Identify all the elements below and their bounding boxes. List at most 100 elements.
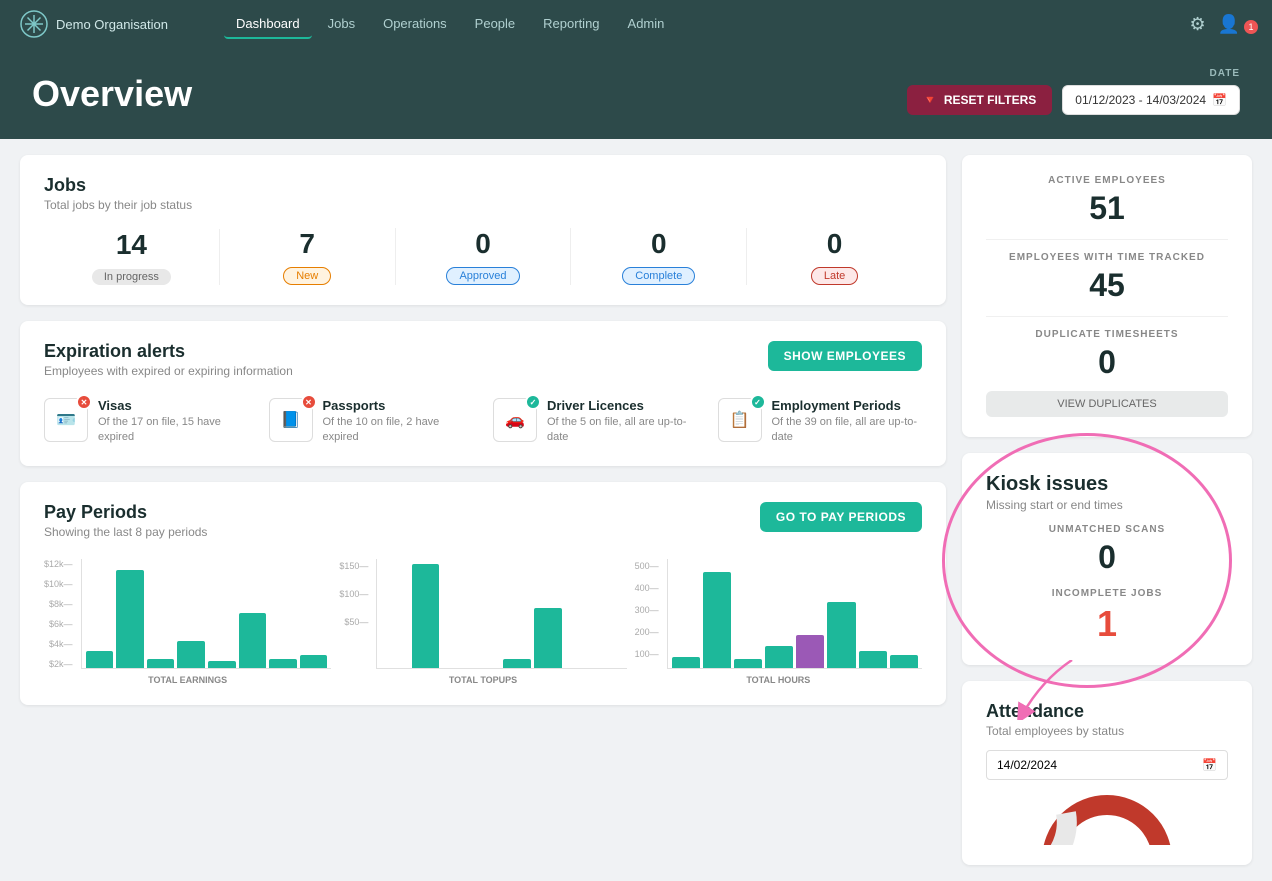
visas-status-dot: ✕ xyxy=(76,394,92,410)
incomplete-jobs-value: 1 xyxy=(986,603,1228,645)
earnings-y-labels: $12k—$10k—$8k—$6k—$4k—$2k— xyxy=(44,559,77,669)
expiration-item-licences: 🚗 ✓ Driver Licences Of the 5 on file, al… xyxy=(493,398,698,446)
hours-bar-8 xyxy=(890,655,918,668)
pay-periods-card: Pay Periods Showing the last 8 pay perio… xyxy=(20,482,946,705)
kiosk-wrapper: Kiosk issues Missing start or end times … xyxy=(962,453,1252,665)
pay-periods-title: Pay Periods xyxy=(44,502,207,523)
topups-bar-2 xyxy=(412,564,440,668)
pay-periods-subtitle: Showing the last 8 pay periods xyxy=(44,525,207,539)
nav-link-operations[interactable]: Operations xyxy=(371,10,459,39)
nav-link-reporting[interactable]: Reporting xyxy=(531,10,611,39)
org-name: Demo Organisation xyxy=(56,17,168,32)
view-duplicates-button[interactable]: VIEW DUPLICATES xyxy=(986,391,1228,417)
user-icon[interactable]: 👤 xyxy=(1218,14,1240,35)
kiosk-subtitle: Missing start or end times xyxy=(986,498,1228,512)
passports-icon-wrap: 📘 ✕ xyxy=(269,398,313,442)
passports-icon: 📘 xyxy=(281,410,301,430)
expiration-alerts-title: Expiration alerts xyxy=(44,341,293,362)
page-header: Overview DATE 🔻 RESET FILTERS 01/12/2023… xyxy=(0,48,1272,139)
visas-desc: Of the 17 on file, 15 have expired xyxy=(98,415,249,446)
passports-status-dot: ✕ xyxy=(301,394,317,410)
unmatched-scans-label: UNMATCHED SCANS xyxy=(986,524,1228,535)
incomplete-jobs-label: INCOMPLETE JOBS xyxy=(986,588,1228,599)
hours-bar-7 xyxy=(859,651,887,667)
earnings-bar-4 xyxy=(177,641,205,668)
jobs-late-number: 0 xyxy=(755,228,914,260)
main-right-column: ACTIVE EMPLOYEES 51 EMPLOYEES WITH TIME … xyxy=(962,155,1252,865)
unmatched-scans-value: 0 xyxy=(986,539,1228,576)
hours-bar-4 xyxy=(765,646,793,668)
jobs-complete-number: 0 xyxy=(579,228,738,260)
nav-link-jobs[interactable]: Jobs xyxy=(316,10,367,39)
employment-icon-wrap: 📋 ✓ xyxy=(718,398,762,442)
time-tracked-value: 45 xyxy=(986,267,1228,304)
jobs-stat-inprogress: 14 In progress xyxy=(44,229,220,285)
reset-filters-button[interactable]: 🔻 RESET FILTERS xyxy=(907,85,1052,115)
passports-title: Passports xyxy=(323,398,474,413)
settings-icon[interactable]: ⚙ xyxy=(1189,14,1205,35)
attendance-date-value: 14/02/2024 xyxy=(997,758,1057,772)
earnings-bar-2 xyxy=(116,570,144,668)
kiosk-title: Kiosk issues xyxy=(986,473,1228,496)
incomplete-jobs-section: INCOMPLETE JOBS 1 xyxy=(986,588,1228,645)
hours-bar-2 xyxy=(703,572,731,668)
expiration-alerts-card: Expiration alerts Employees with expired… xyxy=(20,321,946,466)
jobs-approved-badge: Approved xyxy=(446,267,519,285)
jobs-approved-number: 0 xyxy=(404,228,563,260)
expiration-item-visas: 🪪 ✕ Visas Of the 17 on file, 15 have exp… xyxy=(44,398,249,446)
date-range-picker[interactable]: 01/12/2023 - 14/03/2024 📅 xyxy=(1062,85,1240,115)
pay-period-charts: $12k—$10k—$8k—$6k—$4k—$2k— xyxy=(44,559,922,685)
notif-dot: 1 xyxy=(1244,20,1258,34)
topups-bar-5 xyxy=(503,659,531,668)
earnings-bar-5 xyxy=(208,661,236,668)
expiration-alerts-header: Expiration alerts Employees with expired… xyxy=(44,341,922,378)
show-employees-button[interactable]: SHOW EMPLOYEES xyxy=(768,341,922,371)
active-employees-label: ACTIVE EMPLOYEES xyxy=(986,175,1228,186)
attendance-card: Attendance Total employees by status 14/… xyxy=(962,681,1252,865)
jobs-card: Jobs Total jobs by their job status 14 I… xyxy=(20,155,946,305)
jobs-stats: 14 In progress 7 New 0 Approved 0 Comple… xyxy=(44,228,922,285)
earnings-bar-3 xyxy=(147,659,175,668)
nav-link-admin[interactable]: Admin xyxy=(616,10,677,39)
hours-chart-label: TOTAL HOURS xyxy=(635,675,922,685)
attendance-chart xyxy=(986,790,1228,845)
hours-bar-1 xyxy=(672,657,700,668)
jobs-new-badge: New xyxy=(283,267,331,285)
org-logo[interactable]: Demo Organisation xyxy=(20,10,168,38)
employment-title: Employment Periods xyxy=(772,398,923,413)
attendance-calendar-icon: 📅 xyxy=(1202,758,1217,772)
kiosk-issues-card: Kiosk issues Missing start or end times … xyxy=(962,453,1252,665)
jobs-late-badge: Late xyxy=(811,267,858,285)
attendance-date-input[interactable]: 14/02/2024 📅 xyxy=(986,750,1228,780)
date-range-value: 01/12/2023 - 14/03/2024 xyxy=(1075,93,1206,107)
jobs-stat-complete: 0 Complete xyxy=(571,228,747,285)
expiration-item-employment: 📋 ✓ Employment Periods Of the 39 on file… xyxy=(718,398,923,446)
active-employees-value: 51 xyxy=(986,190,1228,227)
visas-icon: 🪪 xyxy=(56,410,76,430)
jobs-card-subtitle: Total jobs by their job status xyxy=(44,198,922,212)
licences-desc: Of the 5 on file, all are up-to-date xyxy=(547,415,698,446)
unmatched-scans-section: UNMATCHED SCANS 0 xyxy=(986,524,1228,576)
nav-link-people[interactable]: People xyxy=(463,10,527,39)
jobs-new-number: 7 xyxy=(228,228,387,260)
duplicate-timesheets-value: 0 xyxy=(986,344,1228,381)
topups-chart-label: TOTAL TOPUPS xyxy=(339,675,626,685)
employment-icon: 📋 xyxy=(730,410,750,430)
topups-bar-6 xyxy=(534,608,562,668)
attendance-title: Attendance xyxy=(986,701,1228,722)
earnings-bar-1 xyxy=(86,651,114,667)
expiration-item-passports: 📘 ✕ Passports Of the 10 on file, 2 have … xyxy=(269,398,474,446)
earnings-bar-8 xyxy=(300,655,328,668)
passports-desc: Of the 10 on file, 2 have expired xyxy=(323,415,474,446)
expiration-alerts-subtitle: Employees with expired or expiring infor… xyxy=(44,364,293,378)
time-tracked-label: EMPLOYEES WITH TIME TRACKED xyxy=(986,252,1228,263)
page-title: Overview xyxy=(32,73,192,115)
nav-links: Dashboard Jobs Operations People Reporti… xyxy=(224,10,1165,39)
topups-y-labels: $150—$100—$50— xyxy=(339,559,372,669)
go-to-pay-button[interactable]: GO TO PAY PERIODS xyxy=(760,502,922,532)
main-layout: Jobs Total jobs by their job status 14 I… xyxy=(0,139,1272,881)
hours-y-labels: 500—400—300—200—100— xyxy=(635,559,663,669)
nav-link-dashboard[interactable]: Dashboard xyxy=(224,10,312,39)
earnings-bar-7 xyxy=(269,659,297,668)
pay-periods-header: Pay Periods Showing the last 8 pay perio… xyxy=(44,502,922,539)
